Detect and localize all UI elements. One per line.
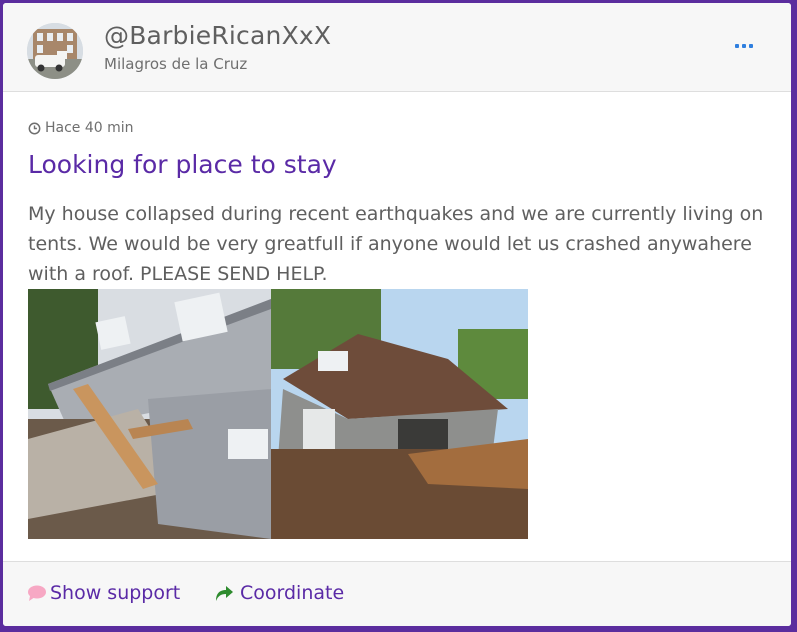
post-header: @BarbieRicanXxX Milagros de la Cruz	[3, 3, 791, 92]
post-body: Hace 40 min Looking for place to stay My…	[3, 92, 791, 562]
speech-bubble-icon	[28, 585, 46, 601]
coordinate-button[interactable]: Coordinate	[214, 582, 344, 604]
post-footer: Show support Coordinate	[3, 561, 791, 626]
user-handle[interactable]: @BarbieRicanXxX	[104, 21, 331, 50]
show-support-label: Show support	[50, 582, 181, 604]
collapsed-house-photo	[28, 289, 528, 539]
clock-icon	[28, 122, 41, 134]
time-ago-text: Hace 40 min	[45, 120, 134, 136]
more-options-button[interactable]	[733, 39, 755, 53]
user-real-name: Milagros de la Cruz	[104, 55, 248, 73]
post-title: Looking for place to stay	[28, 150, 337, 179]
coordinate-label: Coordinate	[240, 582, 345, 604]
post-card: @BarbieRicanXxX Milagros de la Cruz Hace…	[3, 3, 791, 626]
post-photo[interactable]	[28, 289, 528, 539]
post-text: My house collapsed during recent earthqu…	[28, 203, 764, 285]
share-arrow-icon	[216, 586, 233, 601]
ellipsis-icon	[735, 44, 739, 48]
ellipsis-icon-dot	[749, 44, 753, 48]
show-support-button[interactable]: Show support	[27, 582, 180, 604]
ellipsis-icon-dot	[742, 44, 746, 48]
user-avatar[interactable]	[27, 23, 83, 79]
post-timestamp: Hace 40 min	[28, 120, 134, 136]
avatar-image	[27, 23, 83, 79]
